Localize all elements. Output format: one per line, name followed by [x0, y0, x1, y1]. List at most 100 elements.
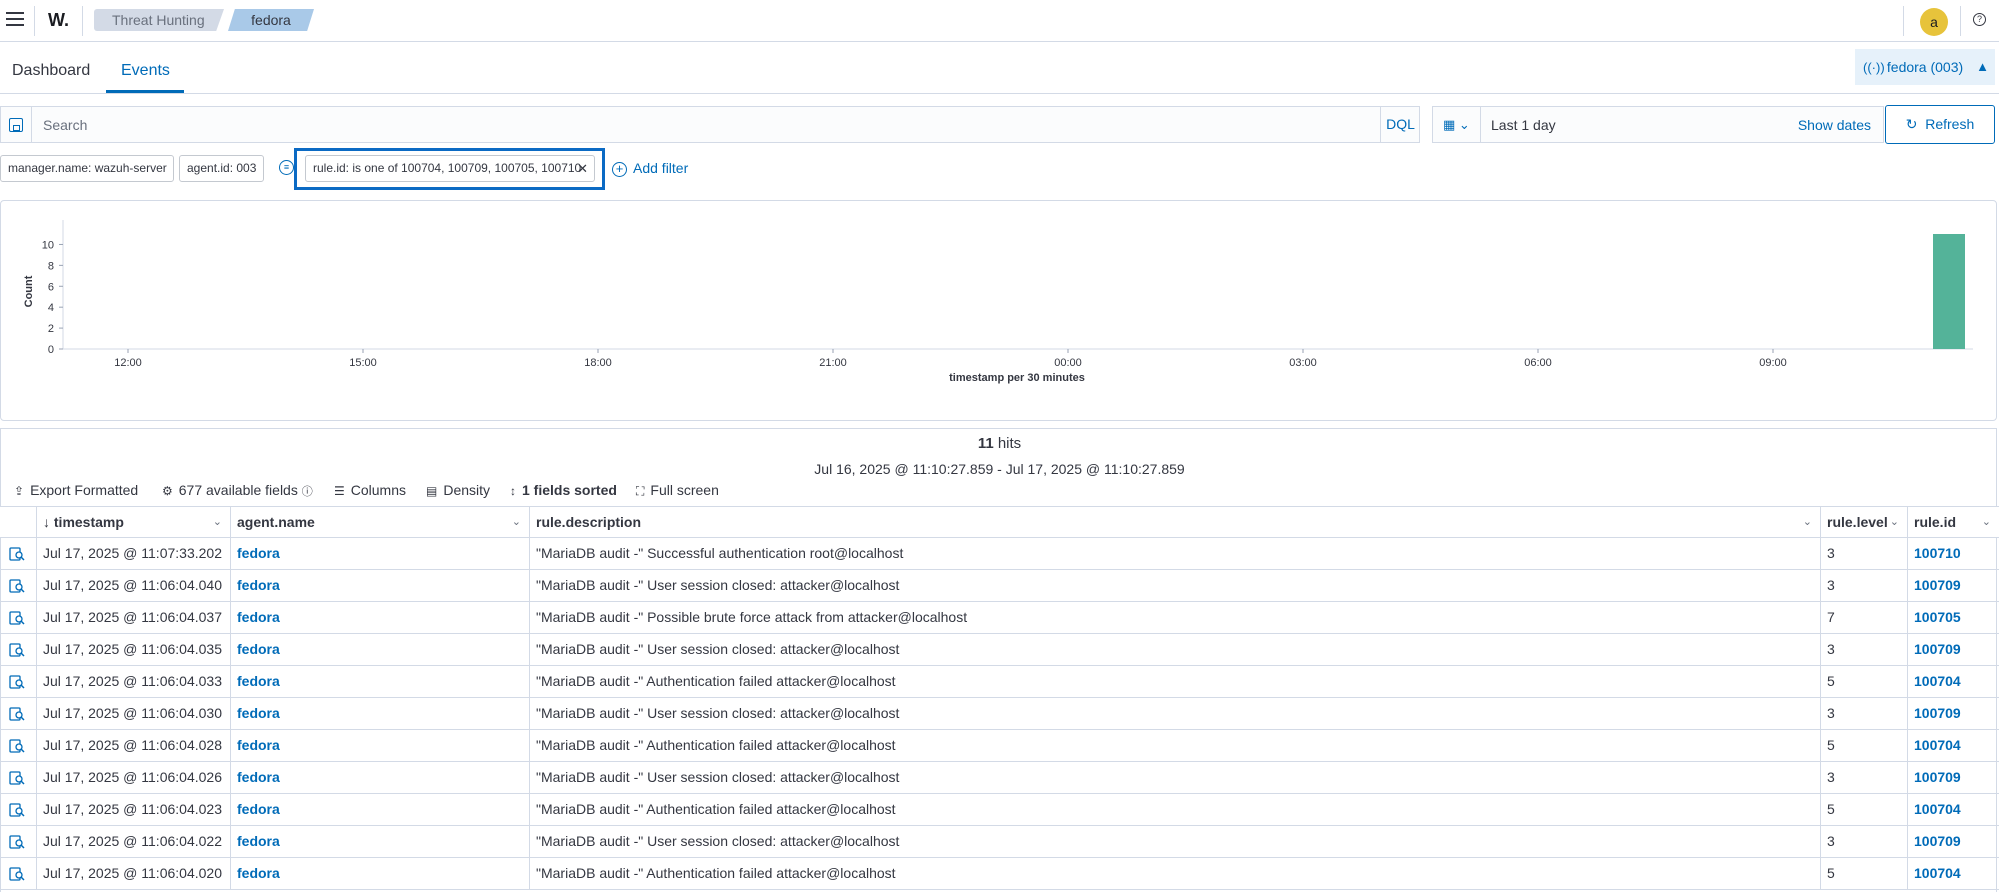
chevron-down-icon[interactable]: ⌄	[213, 507, 222, 538]
cell-rule-id[interactable]: 100704	[1907, 730, 1999, 761]
chevron-down-icon[interactable]: ⌄	[1982, 507, 1991, 538]
query-language-button[interactable]: DQL	[1380, 107, 1420, 142]
cell-rule-id[interactable]: 100704	[1907, 794, 1999, 825]
cell-agent-name[interactable]: fedora	[230, 794, 529, 825]
table-row[interactable]: Jul 17, 2025 @ 11:06:04.028 fedora "MariaD…	[0, 730, 1999, 762]
filter-pill-rule-id[interactable]: rule.id: is one of 100704, 100709, 10070…	[305, 155, 595, 182]
cell-rule-id[interactable]: 100709	[1907, 570, 1999, 601]
breadcrumb-threat-hunting[interactable]: Threat Hunting	[94, 9, 224, 31]
cell-rule-id[interactable]: 100710	[1907, 538, 1999, 569]
breadcrumb-fedora[interactable]: fedora	[228, 9, 314, 31]
density-icon: ▤	[426, 484, 438, 498]
cell-agent-name[interactable]: fedora	[230, 826, 529, 857]
x-tick-label: 06:00	[1524, 357, 1552, 369]
cell-timestamp: Jul 17, 2025 @ 11:06:04.026	[36, 762, 230, 793]
inspect-document-icon[interactable]	[9, 770, 25, 786]
inspect-document-icon[interactable]	[9, 834, 25, 850]
inspect-document-icon[interactable]	[9, 578, 25, 594]
x-tick-label: 21:00	[819, 357, 847, 369]
filter-pill-manager[interactable]: manager.name: wazuh-server	[0, 155, 174, 182]
header-spacer	[0, 507, 36, 538]
logo[interactable]: W.	[48, 10, 69, 31]
cell-agent-name[interactable]: fedora	[230, 698, 529, 729]
table-row[interactable]: Jul 17, 2025 @ 11:06:04.033 fedora "MariaD…	[0, 666, 1999, 698]
hits-label: hits	[997, 435, 1022, 452]
signal-icon: ((·))	[1863, 60, 1885, 75]
saved-query-icon[interactable]	[9, 118, 23, 132]
table-row[interactable]: Jul 17, 2025 @ 11:06:04.035 fedora "MariaD…	[0, 634, 1999, 666]
x-tick-label: 09:00	[1759, 357, 1787, 369]
cell-rule-level: 3	[1820, 538, 1907, 569]
inspect-document-icon[interactable]	[9, 610, 25, 626]
filter-menu-icon[interactable]: ≡	[279, 160, 294, 175]
add-filter-button[interactable]: + Add filter	[612, 160, 688, 177]
column-header-timestamp[interactable]: ↓ timestamp ⌄	[36, 507, 230, 538]
cell-rule-id[interactable]: 100705	[1907, 602, 1999, 633]
refresh-button[interactable]: ↻ Refresh	[1885, 105, 1995, 144]
inspect-document-icon[interactable]	[9, 546, 25, 562]
cell-rule-id[interactable]: 100704	[1907, 858, 1999, 889]
cell-rule-level: 5	[1820, 858, 1907, 889]
available-fields-button[interactable]: ⚙ 677 available fields ⓘ	[162, 482, 313, 499]
tab-events[interactable]: Events	[121, 62, 170, 80]
cell-rule-id[interactable]: 100704	[1907, 666, 1999, 697]
table-row[interactable]: Jul 17, 2025 @ 11:06:04.040 fedora "MariaD…	[0, 570, 1999, 602]
help-icon[interactable]: ?	[1973, 13, 1986, 26]
show-dates-link[interactable]: Show dates	[1798, 117, 1871, 133]
cell-agent-name[interactable]: fedora	[230, 666, 529, 697]
pin-icon[interactable]: ▲	[1976, 49, 1989, 85]
fullscreen-button[interactable]: ⛶ Full screen	[636, 482, 719, 499]
calendar-icon[interactable]: ▦ ⌄	[1433, 107, 1481, 142]
cell-rule-id[interactable]: 100709	[1907, 762, 1999, 793]
chevron-down-icon[interactable]: ⌄	[1890, 507, 1899, 538]
hits-count: 11	[977, 435, 994, 452]
inspect-document-icon[interactable]	[9, 866, 25, 882]
inspect-document-icon[interactable]	[9, 674, 25, 690]
column-header-rule-description[interactable]: rule.description ⌄	[529, 507, 1820, 538]
cell-agent-name[interactable]: fedora	[230, 730, 529, 761]
cell-agent-name[interactable]: fedora	[230, 858, 529, 889]
table-row[interactable]: Jul 17, 2025 @ 11:06:04.020 fedora "MariaD…	[0, 858, 1999, 890]
cell-agent-name[interactable]: fedora	[230, 634, 529, 665]
avatar[interactable]: a	[1920, 8, 1948, 36]
filter-pill-agent-id[interactable]: agent.id: 003	[179, 155, 264, 182]
inspect-document-icon[interactable]	[9, 706, 25, 722]
cell-rule-id[interactable]: 100709	[1907, 698, 1999, 729]
fullscreen-icon: ⛶	[636, 484, 645, 498]
cell-agent-name[interactable]: fedora	[230, 570, 529, 601]
table-row[interactable]: Jul 17, 2025 @ 11:06:04.026 fedora "MariaD…	[0, 762, 1999, 794]
inspect-document-icon[interactable]	[9, 642, 25, 658]
density-button[interactable]: ▤ Density	[426, 482, 490, 498]
active-tab-indicator	[106, 90, 184, 93]
fields-label: 677 available fields	[178, 482, 298, 498]
cell-rule-id[interactable]: 100709	[1907, 826, 1999, 857]
pinned-agent-button[interactable]: ((·)) fedora (003) ▲	[1855, 49, 1995, 85]
search-input[interactable]: Search	[43, 117, 87, 133]
sort-button[interactable]: ↕ 1 fields sorted	[510, 482, 617, 498]
table-row[interactable]: Jul 17, 2025 @ 11:06:04.030 fedora "MariaD…	[0, 698, 1999, 730]
x-tick-label: 00:00	[1054, 357, 1082, 369]
cell-agent-name[interactable]: fedora	[230, 602, 529, 633]
inspect-document-icon[interactable]	[9, 738, 25, 754]
inspect-document-icon[interactable]	[9, 802, 25, 818]
chevron-down-icon[interactable]: ⌄	[1803, 507, 1812, 538]
divider	[1903, 6, 1904, 36]
sort-desc-icon: ↓	[43, 514, 50, 530]
export-button[interactable]: ⇪ Export Formatted	[14, 482, 138, 498]
column-header-rule-id[interactable]: rule.id ⌄	[1907, 507, 1999, 538]
table-row[interactable]: Jul 17, 2025 @ 11:06:04.022 fedora "MariaD…	[0, 826, 1999, 858]
menu-icon[interactable]	[6, 12, 24, 28]
cell-agent-name[interactable]: fedora	[230, 538, 529, 569]
table-row[interactable]: Jul 17, 2025 @ 11:06:04.023 fedora "MariaD…	[0, 794, 1999, 826]
cell-rule-id[interactable]: 100709	[1907, 634, 1999, 665]
close-icon[interactable]: ✕	[577, 156, 588, 181]
table-row[interactable]: Jul 17, 2025 @ 11:06:04.037 fedora "MariaD…	[0, 602, 1999, 634]
tab-dashboard[interactable]: Dashboard	[12, 62, 90, 80]
date-range-value[interactable]: Last 1 day	[1491, 117, 1556, 133]
columns-button[interactable]: ☰ Columns	[334, 482, 406, 498]
chevron-down-icon[interactable]: ⌄	[512, 507, 521, 538]
table-row[interactable]: Jul 17, 2025 @ 11:07:33.202 fedora "MariaD…	[0, 538, 1999, 570]
column-header-agent-name[interactable]: agent.name ⌄	[230, 507, 529, 538]
cell-agent-name[interactable]: fedora	[230, 762, 529, 793]
column-header-rule-level[interactable]: rule.level ⌄	[1820, 507, 1907, 538]
